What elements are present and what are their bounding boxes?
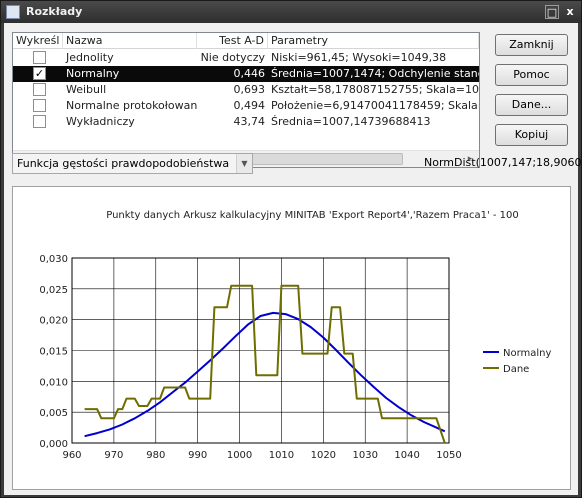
y-tick-label: 0,030	[39, 254, 68, 265]
parameters-value: Średnia=1007,1474; Odchylenie standardow…	[271, 67, 479, 80]
y-tick-label: 0,015	[39, 347, 68, 358]
chart-panel: Punkty danych Arkusz kalkulacyjny MINITA…	[12, 186, 571, 490]
x-tick-label: 1010	[269, 450, 294, 461]
plot-checkbox[interactable]: ✓	[33, 67, 46, 80]
chevron-down-icon[interactable]: ▼	[236, 154, 252, 173]
x-tick-label: 1050	[436, 450, 461, 461]
y-tick-label: 0,010	[39, 377, 68, 388]
dialog-body: Wykreśl Nazwa Test A-D Parametry Jednoli…	[4, 23, 582, 495]
parameters-value: Kształt=58,178087152755; Skala=1016,21!	[271, 83, 479, 96]
x-tick-label: 1020	[311, 450, 336, 461]
x-tick-label: 1040	[394, 450, 419, 461]
x-tick-label: 960	[62, 450, 81, 461]
distributions-window: Rozkłady □ x Wykreśl Nazwa Test A-D Para…	[0, 0, 582, 498]
plot-checkbox[interactable]	[33, 51, 46, 64]
table-row[interactable]: Wykładniczy 43,74 Średnia=1007,147396884…	[13, 114, 479, 130]
plot-checkbox[interactable]	[33, 115, 46, 128]
close-button[interactable]: Zamknij	[495, 34, 568, 56]
ad-value: 0,693	[233, 83, 266, 96]
parameters-value: Średnia=1007,14739688413	[271, 115, 431, 128]
y-tick-label: 0,000	[39, 439, 68, 450]
table-header: Wykreśl Nazwa Test A-D Parametry	[13, 33, 479, 49]
close-icon[interactable]: x	[563, 5, 577, 19]
column-header-plot[interactable]: Wykreśl	[13, 33, 63, 49]
density-chart: 960 970 980 990 1000 1010 1020 1030 1040 1050 0,00…	[39, 254, 552, 461]
distributions-table: Wykreśl Nazwa Test A-D Parametry Jednoli…	[12, 32, 480, 168]
table-row[interactable]: Normalne protokołowanie 0,494 Położenie=…	[13, 98, 479, 114]
x-tick-label: 1030	[352, 450, 377, 461]
table-row[interactable]: Weibull 0,693 Kształt=58,178087152755; S…	[13, 82, 479, 98]
distribution-name: Jednolity	[66, 51, 114, 64]
y-tick-label: 0,020	[39, 316, 68, 327]
copy-button[interactable]: Kopiuj	[495, 124, 568, 146]
table-row-selected[interactable]: ✓ Normalny 0,446 Średnia=1007,1474; Odch…	[13, 66, 479, 82]
distribution-name: Normalne protokołowanie	[66, 99, 197, 112]
plot-checkbox[interactable]	[33, 99, 46, 112]
legend-label: Normalny	[503, 348, 552, 359]
x-tick-label: 1000	[227, 450, 252, 461]
maximize-icon[interactable]: □	[545, 5, 559, 19]
help-button[interactable]: Pomoc	[495, 64, 568, 86]
parameters-value: Położenie=6,91470041178459; Skala=0,01	[271, 99, 479, 112]
title-bar[interactable]: Rozkłady □ x	[1, 1, 581, 23]
ad-value: 0,446	[233, 67, 266, 80]
column-header-name[interactable]: Nazwa	[63, 33, 197, 49]
dropdown-value: Funkcja gęstości prawdopodobieństwa	[17, 157, 230, 170]
y-tick-label: 0,025	[39, 285, 68, 296]
data-button[interactable]: Dane...	[495, 94, 568, 116]
legend-label: Dane	[503, 364, 529, 375]
function-type-dropdown[interactable]: Funkcja gęstości prawdopodobieństwa ▼	[12, 153, 253, 174]
distribution-name: Normalny	[66, 67, 120, 80]
x-tick-label: 980	[146, 450, 165, 461]
distribution-formula: NormDist(1007,147;18,90603)	[424, 156, 582, 169]
distribution-name: Wykładniczy	[66, 115, 135, 128]
x-tick-label: 970	[104, 450, 123, 461]
table-row[interactable]: Jednolity Nie dotyczy Niski=961,45; Wyso…	[13, 50, 479, 66]
column-header-parameters[interactable]: Parametry	[268, 33, 479, 49]
x-tick-label: 990	[188, 450, 207, 461]
app-icon	[6, 5, 20, 19]
ad-value: 0,494	[233, 99, 266, 112]
ad-value: Nie dotyczy	[200, 51, 265, 64]
distribution-name: Weibull	[66, 83, 107, 96]
ad-value: 43,74	[233, 115, 266, 128]
parameters-value: Niski=961,45; Wysoki=1049,38	[271, 51, 447, 64]
window-title: Rozkłady	[26, 5, 83, 18]
column-header-ad-test[interactable]: Test A-D	[197, 33, 268, 49]
y-tick-label: 0,005	[39, 408, 68, 419]
plot-checkbox[interactable]	[33, 83, 46, 96]
